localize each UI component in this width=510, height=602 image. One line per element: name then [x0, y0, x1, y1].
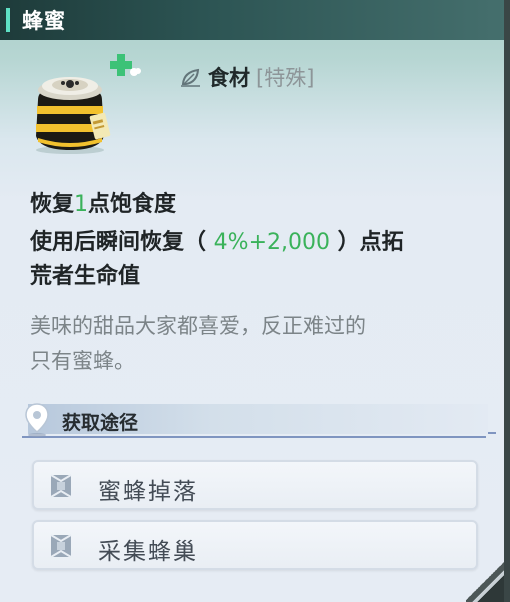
effect-text: 恢复 — [30, 192, 75, 217]
category-sub-label: [特殊] — [256, 66, 315, 90]
corner-decoration — [466, 558, 506, 602]
effect-value: 1 — [74, 192, 89, 217]
acquire-divider — [22, 436, 486, 438]
source-label: 采集蜂巢 — [98, 539, 198, 565]
acquire-title: 获取途径 — [62, 412, 139, 434]
effect-value: 4%+2,000 — [213, 230, 330, 255]
item-title: 蜂蜜 — [22, 9, 66, 33]
effect-line-1: 恢复1点饱食度 — [30, 186, 176, 218]
title-accent-bar — [6, 8, 10, 32]
source-button-bee-drop[interactable]: 蜜蜂掉落 — [32, 460, 478, 510]
source-tag-icon — [50, 474, 72, 498]
leaf-icon — [181, 68, 200, 87]
honey-jar-icon — [36, 77, 111, 154]
acquire-section-header: 获取途径 — [18, 400, 500, 440]
source-button-gather-hive[interactable]: 采集蜂巢 — [32, 520, 478, 570]
health-plus-icon — [110, 54, 141, 76]
effect-text: 点饱食度 — [88, 192, 177, 217]
item-detail-panel: 蜂蜜 食材 [特殊] 恢复1点饱食度 使用后瞬间恢复（ 4%+2,000 ）点拓… — [0, 0, 506, 602]
location-pin-icon — [25, 403, 49, 437]
source-label: 蜜蜂掉落 — [98, 479, 198, 505]
effect-text: 使用后瞬间恢复（ — [30, 230, 214, 255]
flavor-line-1: 美味的甜品大家都喜爱，反正难过的 — [30, 314, 366, 338]
title-bar: 蜂蜜 — [0, 0, 506, 40]
panel-right-edge — [504, 0, 510, 602]
source-tag-icon — [50, 534, 72, 558]
effect-line-3: 荒者生命值 — [30, 264, 141, 289]
acquire-divider-tick — [488, 432, 496, 434]
category-main-label: 食材 — [208, 66, 250, 90]
flavor-line-2: 只有蜜蜂。 — [30, 349, 135, 373]
item-category: 食材 [特殊] — [180, 62, 314, 92]
effect-line-2: 使用后瞬间恢复（ 4%+2,000 ）点拓 — [30, 224, 404, 256]
effect-text: ）点拓 — [330, 230, 404, 255]
